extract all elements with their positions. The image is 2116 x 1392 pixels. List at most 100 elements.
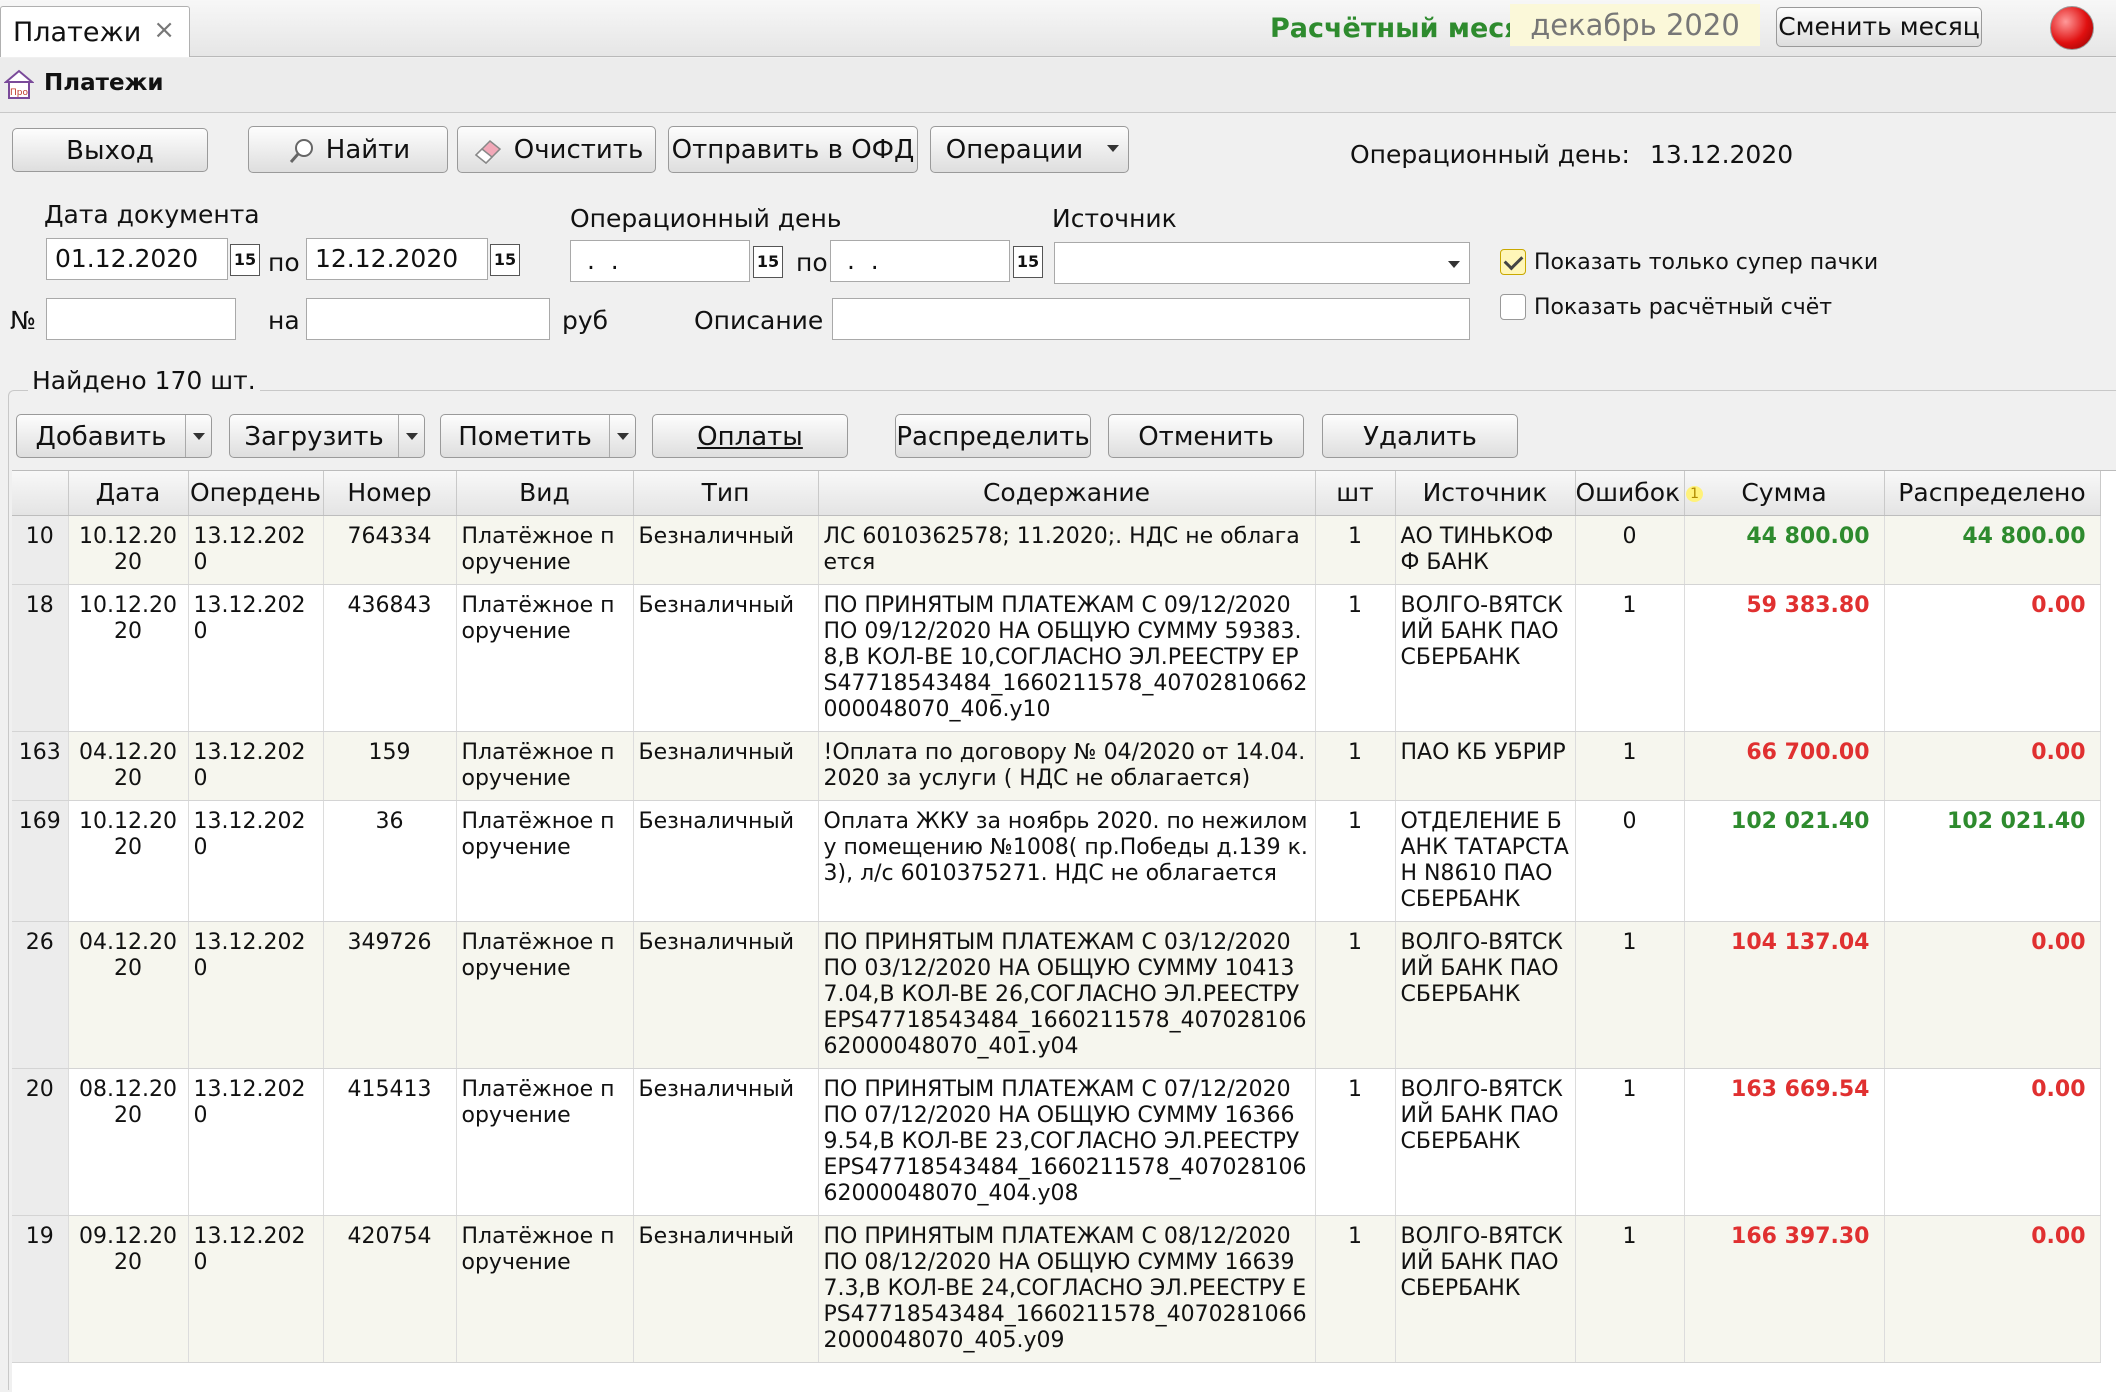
send-ofd-button[interactable]: Отправить в ОФД [668, 126, 918, 173]
cell-rownum: 20 [12, 1068, 69, 1216]
payments-button[interactable]: Оплаты [652, 414, 848, 458]
cell-content: ПО ПРИНЯТЫМ ПЛАТЕЖАМ С 03/12/2020 ПО 03/… [818, 921, 1316, 1069]
add-dropdown-arrow[interactable] [185, 415, 211, 457]
operations-dropdown[interactable]: Операции [930, 126, 1129, 173]
cell-number: 159 [323, 731, 457, 801]
eraser-icon [474, 139, 502, 165]
column-header-source[interactable]: Источник [1395, 471, 1576, 516]
clear-button[interactable]: Очистить [457, 126, 656, 173]
billing-month-label: Расчётный месяц [1270, 13, 1542, 44]
search-icon [289, 139, 313, 163]
tab-label: Платежи [13, 17, 142, 48]
load-button[interactable]: Загрузить [229, 414, 425, 458]
cell-sum: 163 669.54 [1684, 1068, 1885, 1216]
column-header-qty[interactable]: шт [1315, 471, 1396, 516]
only-super-batches-checkbox[interactable] [1500, 249, 1526, 275]
show-account-checkbox[interactable] [1500, 294, 1526, 320]
opday-from-field[interactable]: . . [570, 240, 750, 282]
column-header-rownum[interactable] [12, 471, 69, 516]
cell-errors: 1 [1575, 1068, 1685, 1216]
table-row[interactable]: 169 10.12.2020 13.12.2020 36 Платёжное п… [12, 800, 2101, 922]
calendar-icon[interactable]: 15 [1013, 246, 1043, 278]
mark-dropdown-arrow[interactable] [609, 415, 635, 457]
opday-to-field[interactable]: . . [830, 240, 1010, 282]
cell-opday: 13.12.2020 [188, 1068, 324, 1216]
cell-errors: 1 [1575, 584, 1685, 732]
find-button[interactable]: Найти [248, 126, 448, 173]
column-header-number[interactable]: Номер [323, 471, 457, 516]
add-button[interactable]: Добавить [16, 414, 212, 458]
source-select[interactable] [1054, 242, 1470, 284]
column-header-distributed[interactable]: Распределено [1884, 471, 2101, 516]
mark-button[interactable]: Пометить [440, 414, 636, 458]
doc-date-from-field[interactable]: 01.12.2020 [46, 238, 228, 280]
show-account-label: Показать расчётный счёт [1534, 295, 1833, 320]
table-row[interactable]: 18 10.12.2020 13.12.2020 436843 Платёжно… [12, 584, 2101, 732]
cell-sum: 44 800.00 [1684, 515, 1885, 585]
opday-filter-label: Операционный день [570, 204, 842, 233]
cell-kind: Платёжное поручение [456, 584, 634, 732]
cell-sum: 59 383.80 [1684, 584, 1885, 732]
cell-distributed: 102 021.40 [1884, 800, 2101, 922]
page-title: Платежи [44, 70, 164, 96]
cell-rownum: 10 [12, 515, 69, 585]
table-row[interactable]: 163 04.12.2020 13.12.2020 159 Платёжное … [12, 731, 2101, 801]
close-icon[interactable]: × [153, 15, 175, 45]
calendar-icon[interactable]: 15 [490, 244, 520, 276]
description-field[interactable] [832, 298, 1470, 340]
table-row[interactable]: 10 10.12.2020 13.12.2020 764334 Платёжно… [12, 515, 2101, 585]
calendar-icon[interactable]: 15 [230, 244, 260, 276]
column-header-opday[interactable]: Опердень [188, 471, 324, 516]
doc-date-label: Дата документа [44, 200, 260, 229]
cell-opday: 13.12.2020 [188, 731, 324, 801]
cell-errors: 0 [1575, 800, 1685, 922]
source-label: Источник [1052, 204, 1177, 233]
cancel-button[interactable]: Отменить [1108, 414, 1304, 458]
amount-field[interactable] [306, 298, 550, 340]
cell-source: ПАО КБ УБРИР [1395, 731, 1576, 801]
cell-date: 10.12.2020 [68, 800, 189, 922]
doc-date-to-label: по [268, 248, 300, 277]
home-icon-label: Про [10, 88, 28, 98]
number-field[interactable] [46, 298, 236, 340]
cell-number: 415413 [323, 1068, 457, 1216]
column-header-errors[interactable]: Ошибок 1 [1575, 471, 1704, 516]
cell-qty: 1 [1315, 800, 1396, 922]
cell-type: Безналичный [633, 731, 819, 801]
cell-date: 10.12.2020 [68, 515, 189, 585]
column-header-date[interactable]: Дата [68, 471, 189, 516]
cell-qty: 1 [1315, 921, 1396, 1069]
distribute-button[interactable]: Распределить [895, 414, 1091, 458]
delete-button[interactable]: Удалить [1322, 414, 1518, 458]
mark-button-label: Пометить [458, 422, 592, 452]
doc-date-to-field[interactable]: 12.12.2020 [306, 238, 488, 280]
operations-dropdown-label: Операции [945, 135, 1084, 165]
table-row[interactable]: 20 08.12.2020 13.12.2020 415413 Платёжно… [12, 1068, 2101, 1216]
cell-rownum: 169 [12, 800, 69, 922]
cell-source: ВОЛГО-ВЯТСКИЙ БАНК ПАО СБЕРБАНК [1395, 921, 1576, 1069]
table-row[interactable]: 26 04.12.2020 13.12.2020 349726 Платёжно… [12, 921, 2101, 1069]
column-header-content[interactable]: Содержание [818, 471, 1316, 516]
column-header-kind[interactable]: Вид [456, 471, 634, 516]
tab-payments[interactable]: Платежи × [0, 6, 190, 57]
cell-number: 764334 [323, 515, 457, 585]
load-dropdown-arrow[interactable] [398, 415, 424, 457]
record-indicator-icon[interactable] [2050, 6, 2094, 50]
found-count: Найдено 170 шт. [28, 366, 260, 395]
cell-type: Безналичный [633, 921, 819, 1069]
change-month-button[interactable]: Сменить месяц [1776, 7, 1982, 47]
cell-content: !Оплата по договору № 04/2020 от 14.04.2… [818, 731, 1316, 801]
column-header-sum[interactable]: Сумма [1684, 471, 1885, 516]
cell-rownum: 19 [12, 1215, 69, 1363]
calendar-icon[interactable]: 15 [753, 246, 783, 278]
cell-sum: 104 137.04 [1684, 921, 1885, 1069]
cell-date: 04.12.2020 [68, 731, 189, 801]
cell-rownum: 26 [12, 921, 69, 1069]
cell-number: 349726 [323, 921, 457, 1069]
cell-errors: 1 [1575, 731, 1685, 801]
exit-button[interactable]: Выход [12, 128, 208, 172]
top-bar: Платежи × Расчётный месяц декабрь 2020 С… [0, 0, 2116, 57]
cell-kind: Платёжное поручение [456, 731, 634, 801]
table-row[interactable]: 19 09.12.2020 13.12.2020 420754 Платёжно… [12, 1215, 2101, 1363]
column-header-type[interactable]: Тип [633, 471, 819, 516]
